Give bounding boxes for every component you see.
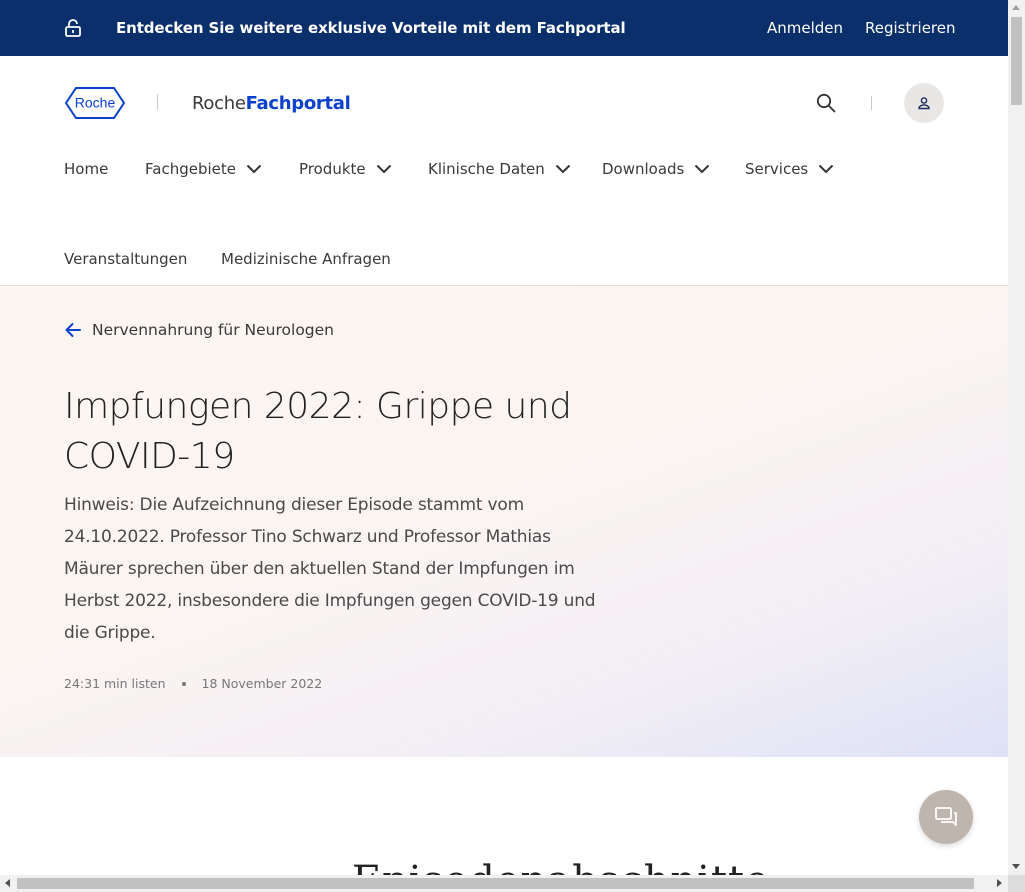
nav-item-medizinische-anfragen[interactable]: Medizinische Anfragen [221, 250, 391, 268]
search-icon[interactable] [816, 93, 836, 113]
logo-text: Roche [75, 95, 116, 111]
horizontal-scroll-thumb[interactable] [17, 878, 974, 889]
nav-item-fachgebiete[interactable]: Fachgebiete [145, 160, 262, 178]
scrollbar-corner [1008, 875, 1025, 892]
header-divider [871, 96, 872, 110]
episode-duration: 24:31 min listen [64, 676, 166, 691]
nav-item-klinische-daten[interactable]: Klinische Daten [428, 160, 571, 178]
promo-bar: Entdecken Sie weitere exklusive Vorteile… [0, 0, 1008, 56]
arrow-left-icon [65, 323, 81, 337]
nav-item-downloads[interactable]: Downloads [602, 160, 710, 178]
nav-label: Home [64, 160, 109, 178]
nav-item-produkte[interactable]: Produkte [299, 160, 392, 178]
site-header: Roche RocheFachportal Home Fachgebiete P… [0, 56, 1008, 286]
logo-divider [157, 94, 158, 110]
chevron-down-icon [376, 164, 391, 174]
chevron-down-icon [819, 164, 834, 174]
chevron-down-icon [246, 164, 262, 174]
nav-label: Services [745, 160, 809, 178]
nav-item-services[interactable]: Services [745, 160, 834, 178]
login-link[interactable]: Anmelden [767, 19, 843, 37]
chevron-down-icon [695, 164, 710, 174]
back-link[interactable]: Nervennahrung für Neurologen [64, 321, 334, 339]
nav-label: Veranstaltungen [64, 250, 188, 268]
scroll-right-icon[interactable] [997, 879, 1002, 887]
unlock-icon [65, 19, 81, 37]
back-link-label: Nervennahrung für Neurologen [92, 321, 335, 339]
nav-label: Produkte [299, 160, 366, 178]
register-link[interactable]: Registrieren [865, 19, 956, 37]
promo-text: Entdecken Sie weitere exklusive Vorteile… [116, 19, 626, 37]
brand-part-roche: Roche [192, 93, 246, 114]
nav-label: Medizinische Anfragen [221, 250, 391, 268]
brand-part-fachportal: Fachportal [245, 93, 351, 114]
vertical-scroll-thumb[interactable] [1011, 17, 1022, 105]
user-icon [918, 97, 930, 110]
scroll-left-icon[interactable] [5, 879, 10, 887]
chat-icon [935, 807, 957, 826]
episode-meta: 24:31 min listen 18 November 2022 [64, 676, 322, 691]
episode-hero: Nervennahrung für Neurologen Impfungen 2… [0, 286, 1008, 757]
scroll-up-icon[interactable] [1012, 5, 1020, 10]
roche-logo[interactable]: Roche [64, 86, 126, 120]
meta-separator [181, 681, 186, 686]
nav-label: Klinische Daten [428, 160, 545, 178]
episode-date: 18 November 2022 [201, 676, 323, 691]
nav-label: Downloads [602, 160, 685, 178]
chat-button[interactable] [919, 790, 973, 844]
nav-item-veranstaltungen[interactable]: Veranstaltungen [64, 250, 187, 268]
chevron-down-icon [555, 164, 570, 174]
nav-label: Fachgebiete [145, 160, 236, 178]
nav-item-home[interactable]: Home [64, 160, 108, 178]
episode-description: Hinweis: Die Aufzeichnung dieser Episode… [64, 495, 596, 643]
vertical-scrollbar[interactable] [1008, 0, 1025, 875]
scroll-down-icon[interactable] [1012, 864, 1020, 869]
page-title: Impfungen 2022: Grippe und COVID-19 [64, 386, 572, 477]
horizontal-scrollbar[interactable] [0, 875, 1008, 892]
brand-name[interactable]: RocheFachportal [192, 93, 351, 114]
user-avatar-button[interactable] [904, 83, 944, 123]
